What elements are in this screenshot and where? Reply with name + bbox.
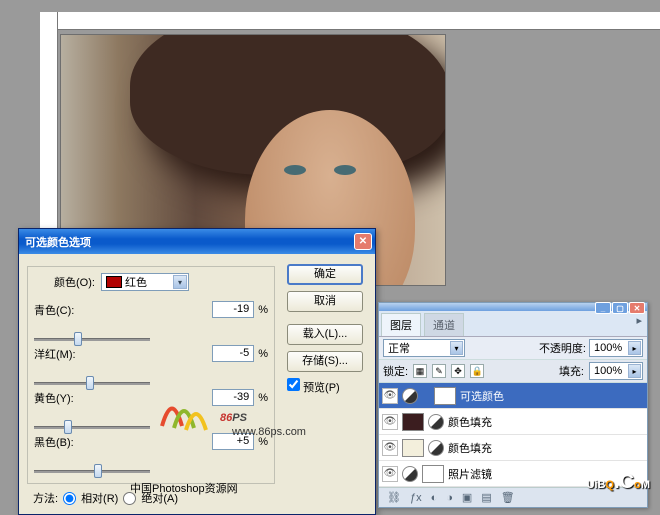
panel-titlebar[interactable]: _ ▢ ✕ — [379, 303, 647, 311]
watermark: UiBQ.CoM — [587, 471, 650, 494]
visibility-icon[interactable]: 👁 — [382, 440, 398, 456]
panel-tabs: 图层 通道 ▸ — [379, 311, 647, 337]
opacity-value: 100% — [594, 342, 622, 354]
magenta-label: 洋红(M): — [34, 346, 92, 362]
opacity-field[interactable]: 100% ▸ — [589, 339, 643, 357]
slider-thumb[interactable] — [86, 376, 94, 390]
close-icon[interactable]: ✕ — [354, 233, 372, 250]
lock-brush-icon[interactable]: ✎ — [432, 364, 446, 378]
opacity-label: 不透明度: — [539, 340, 586, 356]
cyan-slider[interactable] — [34, 338, 150, 341]
blend-mode-dropdown[interactable]: 正常 ▾ — [383, 339, 465, 357]
layer-thumb[interactable] — [402, 439, 424, 457]
cancel-button[interactable]: 取消 — [287, 291, 363, 312]
layer-name: 颜色填充 — [448, 414, 492, 430]
lock-move-icon[interactable]: ✥ — [451, 364, 465, 378]
adjustment-icon — [428, 440, 444, 456]
layer-row[interactable]: 👁 可选颜色 — [379, 383, 647, 409]
load-button[interactable]: 载入(L)... — [287, 324, 363, 345]
chevron-down-icon: ▾ — [173, 275, 187, 289]
logo-text: 86PS — [220, 408, 247, 426]
visibility-icon[interactable]: 👁 — [382, 466, 398, 482]
ruler-top — [58, 12, 660, 30]
adjustment-icon — [428, 414, 444, 430]
lock-label: 锁定: — [383, 363, 408, 379]
layer-name: 颜色填充 — [448, 440, 492, 456]
new-layer-icon[interactable]: ▤ — [481, 491, 491, 504]
adjustment-icon — [402, 466, 418, 482]
yellow-value[interactable]: -39 — [212, 389, 255, 406]
slider-thumb[interactable] — [64, 420, 72, 434]
blend-mode-value: 正常 — [388, 340, 410, 356]
close-icon[interactable]: ✕ — [629, 302, 645, 314]
mask-icon[interactable]: ◐ — [431, 492, 438, 504]
layer-row[interactable]: 👁 颜色填充 — [379, 435, 647, 461]
dialog-titlebar[interactable]: 可选颜色选项 ✕ — [19, 229, 375, 254]
percent-sign: % — [258, 304, 268, 316]
fill-label: 填充: — [559, 363, 584, 379]
ok-button[interactable]: 确定 — [287, 264, 363, 285]
slider-thumb[interactable] — [94, 464, 102, 478]
color-swatch — [106, 276, 122, 288]
fill-field[interactable]: 100% ▸ — [589, 362, 643, 380]
slider-thumb[interactable] — [74, 332, 82, 346]
color-dropdown[interactable]: 红色 ▾ — [101, 273, 189, 291]
tab-channels[interactable]: 通道 — [424, 313, 464, 336]
preview-checkbox[interactable] — [287, 378, 300, 391]
magenta-value[interactable]: -5 — [212, 345, 255, 362]
layer-name: 可选颜色 — [460, 388, 504, 404]
adjust-icon[interactable]: ◑ — [446, 492, 453, 504]
color-label: 颜色(O): — [54, 274, 95, 290]
layer-row[interactable]: 👁 颜色填充 — [379, 409, 647, 435]
yellow-label: 黄色(Y): — [34, 390, 92, 406]
cyan-value[interactable]: -19 — [212, 301, 255, 318]
link-icon[interactable]: ⛓ — [387, 491, 401, 504]
visibility-icon[interactable]: 👁 — [382, 414, 398, 430]
tab-layers[interactable]: 图层 — [381, 313, 421, 336]
method-label: 方法: — [33, 490, 58, 506]
sliders-group: 颜色(O): 红色 ▾ 青色(C): -19 % 洋红(M): -5 % — [27, 266, 275, 484]
magenta-slider[interactable] — [34, 382, 150, 385]
maximize-icon[interactable]: ▢ — [612, 302, 628, 314]
black-label: 黑色(B): — [34, 434, 92, 450]
chevron-right-icon: ▸ — [628, 364, 641, 378]
visibility-icon[interactable]: 👁 — [382, 388, 398, 404]
color-value: 红色 — [125, 274, 147, 290]
lock-transparent-icon[interactable]: ▦ — [413, 364, 427, 378]
panel-menu-icon[interactable]: ▸ — [631, 311, 647, 336]
save-button[interactable]: 存储(S)... — [287, 351, 363, 372]
layer-name: 照片滤镜 — [448, 466, 492, 482]
chevron-down-icon: ▾ — [450, 341, 463, 355]
layer-mask-thumb[interactable] — [434, 387, 456, 405]
black-slider[interactable] — [34, 470, 150, 473]
adjustment-icon — [402, 388, 418, 404]
dialog-title: 可选颜色选项 — [25, 234, 91, 250]
layer-thumb[interactable] — [402, 413, 424, 431]
layer-mask-thumb[interactable] — [422, 465, 444, 483]
fill-value: 100% — [594, 365, 622, 377]
chevron-right-icon: ▸ — [628, 341, 641, 355]
caption: 中国Photoshop资源网 — [130, 480, 238, 496]
method-relative-radio[interactable] — [63, 492, 76, 505]
selective-color-dialog: 可选颜色选项 ✕ 颜色(O): 红色 ▾ 青色(C): -19 % 洋红(M — [18, 228, 376, 515]
yellow-slider[interactable] — [34, 426, 150, 429]
lock-all-icon[interactable]: 🔒 — [470, 364, 484, 378]
folder-icon[interactable]: ▣ — [462, 491, 472, 504]
fx-icon[interactable]: ƒx — [410, 492, 422, 504]
method-relative-label: 相对(R) — [81, 490, 118, 506]
preview-label: 预览(P) — [303, 382, 340, 394]
logo-url: www.86ps.com — [232, 426, 306, 438]
minimize-icon[interactable]: _ — [595, 302, 611, 314]
trash-icon[interactable]: 🗑 — [501, 491, 515, 504]
cyan-label: 青色(C): — [34, 302, 92, 318]
